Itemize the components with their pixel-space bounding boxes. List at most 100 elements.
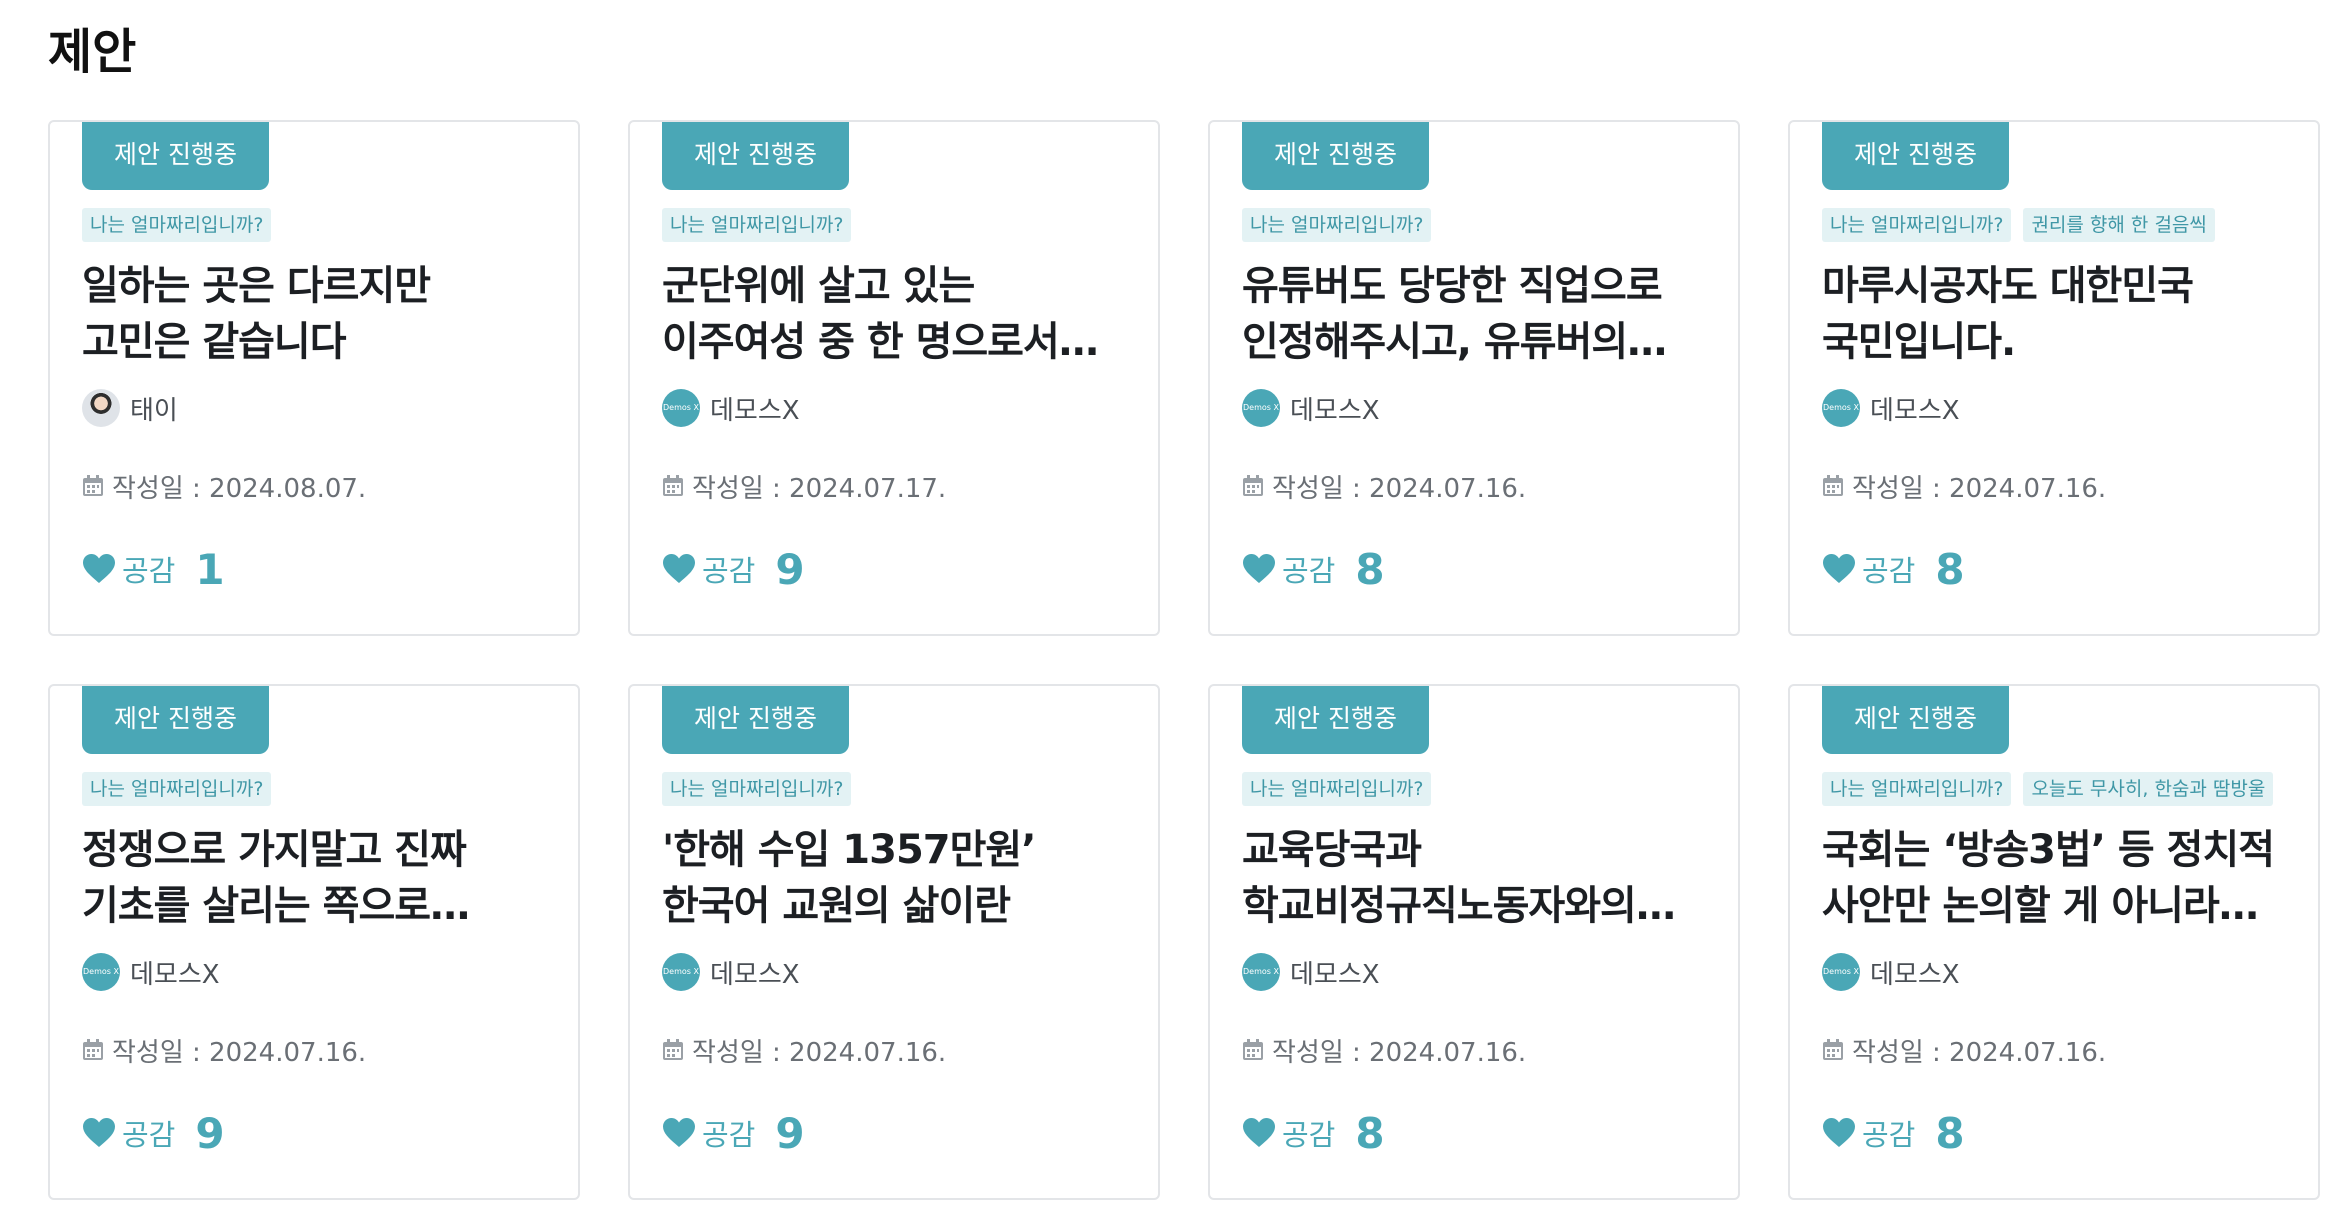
status-badge: 제안 진행중: [1822, 122, 2009, 190]
like-label: 공감: [1862, 554, 1916, 588]
date-text: 작성일 : 2024.07.16.: [1272, 473, 1527, 504]
author: Demos X 데모스X: [1822, 952, 1960, 992]
avatar: Demos X: [662, 953, 700, 991]
like-count: 8: [1355, 1108, 1385, 1158]
author: Demos X 데모스X: [1822, 388, 1960, 428]
date-text: 작성일 : 2024.07.17.: [692, 473, 947, 504]
proposal-card[interactable]: 제안 진행중 나는 얼마짜리입니까? '한해 수입 1357만원’ 한국어 교원…: [628, 684, 1160, 1200]
tag-list: 나는 얼마짜리입니까? 오늘도 무사히, 한숨과 땀방울: [1822, 772, 2292, 806]
author: Demos X 데모스X: [1242, 388, 1380, 428]
heart-icon: [662, 553, 696, 585]
date-text: 작성일 : 2024.07.16.: [1852, 473, 2107, 504]
created-date: 작성일 : 2024.08.07.: [82, 466, 366, 506]
status-badge: 제안 진행중: [1822, 686, 2009, 754]
status-badge: 제안 진행중: [82, 686, 269, 754]
like-button[interactable]: 공감 1: [82, 544, 225, 594]
like-button[interactable]: 공감 9: [82, 1108, 225, 1158]
proposal-card[interactable]: 제안 진행중 나는 얼마짜리입니까? 유튜버도 당당한 직업으로 인정해주시고,…: [1208, 120, 1740, 636]
proposal-card[interactable]: 제안 진행중 나는 얼마짜리입니까? 오늘도 무사히, 한숨과 땀방울 국회는 …: [1788, 684, 2320, 1200]
like-count: 8: [1935, 1108, 1965, 1158]
created-date: 작성일 : 2024.07.17.: [662, 466, 946, 506]
author: Demos X 데모스X: [82, 952, 220, 992]
calendar-icon: [1242, 475, 1264, 497]
author-name: 데모스X: [1290, 959, 1380, 990]
card-title[interactable]: 국회는 ‘방송3법’ 등 정치적 사안만 논의할 게 아니라 민생을 챙겨 주세…: [1822, 822, 2282, 934]
date-text: 작성일 : 2024.07.16.: [1272, 1037, 1527, 1068]
heart-icon: [82, 1117, 116, 1149]
like-button[interactable]: 공감 9: [662, 544, 805, 594]
card-title[interactable]: 정쟁으로 가지말고 진짜 기초를 살리는 쪽으로 국회가 일해 주세요: [82, 822, 542, 934]
like-count: 9: [775, 1108, 805, 1158]
tag-list: 나는 얼마짜리입니까?: [662, 208, 1132, 242]
like-label: 공감: [1282, 1118, 1336, 1152]
like-count: 9: [775, 544, 805, 594]
author-name: 데모스X: [1290, 395, 1380, 426]
tag[interactable]: 나는 얼마짜리입니까?: [82, 208, 272, 242]
like-label: 공감: [1862, 1118, 1916, 1152]
tag[interactable]: 나는 얼마짜리입니까?: [1242, 772, 1432, 806]
calendar-icon: [662, 1039, 684, 1061]
like-label: 공감: [1282, 554, 1336, 588]
heart-icon: [1822, 553, 1856, 585]
tag[interactable]: 나는 얼마짜리입니까?: [1822, 772, 2012, 806]
created-date: 작성일 : 2024.07.16.: [1242, 466, 1526, 506]
heart-icon: [662, 1117, 696, 1149]
card-title[interactable]: 일하는 곳은 다르지만 고민은 같습니다: [82, 258, 542, 370]
like-count: 1: [195, 544, 225, 594]
tag-list: 나는 얼마짜리입니까?: [1242, 772, 1712, 806]
status-badge: 제안 진행중: [82, 122, 269, 190]
tag-list: 나는 얼마짜리입니까? 권리를 향해 한 걸음씩: [1822, 208, 2292, 242]
tag[interactable]: 나는 얼마짜리입니까?: [662, 208, 852, 242]
card-title[interactable]: 유튜버도 당당한 직업으로 인정해주시고, 유튜버의 노동권도 보장해 주세요: [1242, 258, 1702, 370]
calendar-icon: [662, 475, 684, 497]
like-label: 공감: [122, 1118, 176, 1152]
date-text: 작성일 : 2024.08.07.: [112, 473, 367, 504]
proposal-card[interactable]: 제안 진행중 나는 얼마짜리입니까? 정쟁으로 가지말고 진짜 기초를 살리는 …: [48, 684, 580, 1200]
proposal-card[interactable]: 제안 진행중 나는 얼마짜리입니까? 군단위에 살고 있는 이주여성 중 한 명…: [628, 120, 1160, 636]
proposal-card[interactable]: 제안 진행중 나는 얼마짜리입니까? 교육당국과 학교비정규직노동자와의 집단교…: [1208, 684, 1740, 1200]
proposal-card[interactable]: 제안 진행중 나는 얼마짜리입니까? 권리를 향해 한 걸음씩 마루시공자도 대…: [1788, 120, 2320, 636]
like-label: 공감: [702, 1118, 756, 1152]
like-count: 9: [195, 1108, 225, 1158]
card-title[interactable]: 군단위에 살고 있는 이주여성 중 한 명으로서 지방 주거 문제에 대해 제안…: [662, 258, 1122, 370]
created-date: 작성일 : 2024.07.16.: [1242, 1030, 1526, 1070]
heart-icon: [1822, 1117, 1856, 1149]
author-name: 데모스X: [710, 395, 800, 426]
like-button[interactable]: 공감 8: [1242, 544, 1385, 594]
avatar: Demos X: [662, 389, 700, 427]
heart-icon: [1242, 1117, 1276, 1149]
avatar: Demos X: [1242, 953, 1280, 991]
tag[interactable]: 나는 얼마짜리입니까?: [82, 772, 272, 806]
card-title[interactable]: '한해 수입 1357만원’ 한국어 교원의 삶이란: [662, 822, 1122, 934]
date-text: 작성일 : 2024.07.16.: [1852, 1037, 2107, 1068]
like-button[interactable]: 공감 8: [1242, 1108, 1385, 1158]
tag[interactable]: 오늘도 무사히, 한숨과 땀방울: [2023, 772, 2274, 806]
tag[interactable]: 나는 얼마짜리입니까?: [1242, 208, 1432, 242]
avatar: Demos X: [1822, 953, 1860, 991]
tag[interactable]: 나는 얼마짜리입니까?: [1822, 208, 2012, 242]
date-text: 작성일 : 2024.07.16.: [692, 1037, 947, 1068]
like-label: 공감: [702, 554, 756, 588]
like-button[interactable]: 공감 8: [1822, 544, 1965, 594]
like-button[interactable]: 공감 8: [1822, 1108, 1965, 1158]
like-button[interactable]: 공감 9: [662, 1108, 805, 1158]
avatar: Demos X: [82, 953, 120, 991]
author: Demos X 데모스X: [1242, 952, 1380, 992]
calendar-icon: [1242, 1039, 1264, 1061]
avatar: Demos X: [1242, 389, 1280, 427]
author-name: 데모스X: [1870, 959, 1960, 990]
tag-list: 나는 얼마짜리입니까?: [662, 772, 1132, 806]
proposal-card[interactable]: 제안 진행중 나는 얼마짜리입니까? 일하는 곳은 다르지만 고민은 같습니다 …: [48, 120, 580, 636]
tag-list: 나는 얼마짜리입니까?: [1242, 208, 1712, 242]
page-title: 제안: [48, 24, 137, 80]
author: Demos X 데모스X: [662, 388, 800, 428]
author: Demos X 데모스X: [662, 952, 800, 992]
created-date: 작성일 : 2024.07.16.: [662, 1030, 946, 1070]
author: 태이: [82, 388, 178, 428]
card-title[interactable]: 교육당국과 학교비정규직노동자와의 집단교섭을 제안합니다: [1242, 822, 1702, 934]
card-title[interactable]: 마루시공자도 대한민국 국민입니다.: [1822, 258, 2282, 370]
created-date: 작성일 : 2024.07.16.: [82, 1030, 366, 1070]
calendar-icon: [1822, 1039, 1844, 1061]
tag[interactable]: 나는 얼마짜리입니까?: [662, 772, 852, 806]
tag[interactable]: 권리를 향해 한 걸음씩: [2023, 208, 2215, 242]
